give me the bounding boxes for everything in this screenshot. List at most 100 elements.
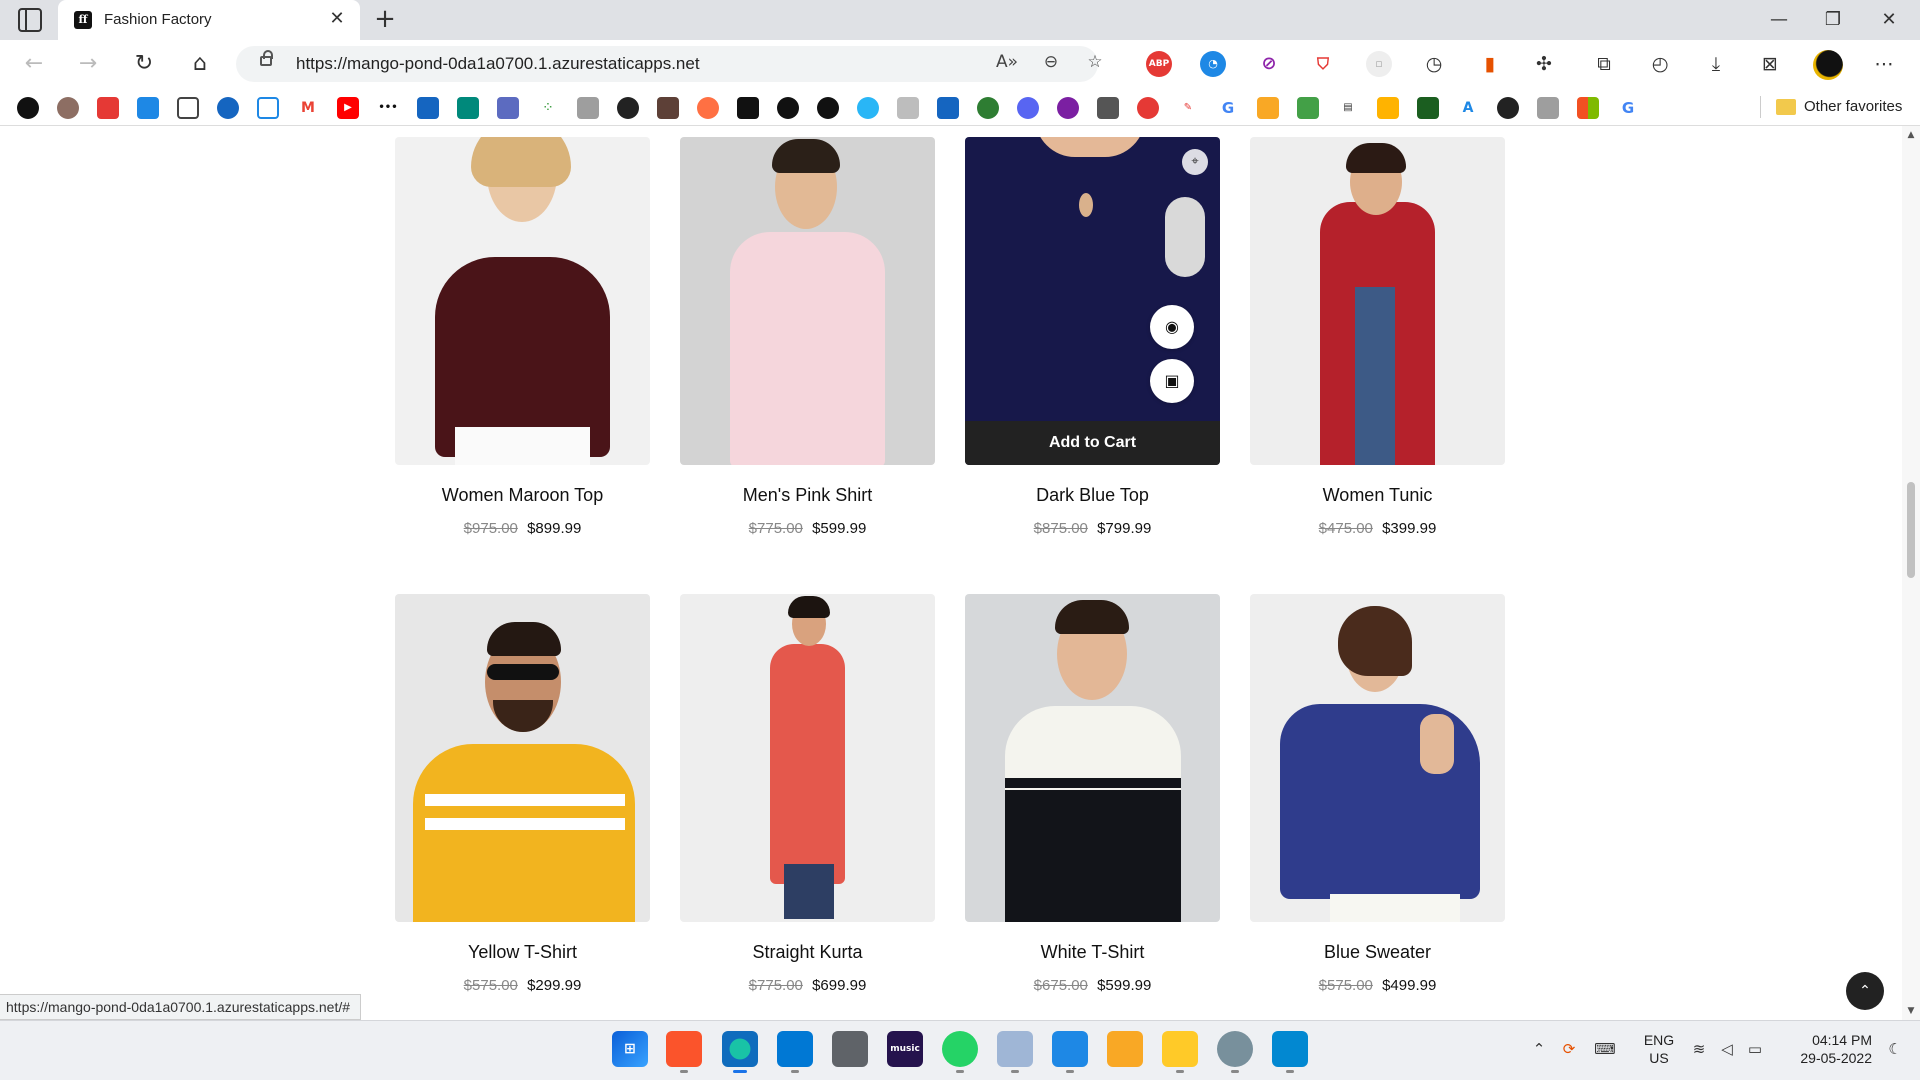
bookmark-dark-icon[interactable] bbox=[1497, 97, 1519, 119]
restore-button[interactable]: ❐ bbox=[1810, 6, 1856, 34]
bookmark-azure-icon[interactable]: A bbox=[1457, 97, 1479, 119]
bookmark-dots-icon[interactable]: ••• bbox=[377, 97, 399, 119]
bookmark-wordpress-icon[interactable] bbox=[217, 97, 239, 119]
address-bar[interactable]: https://mango-pond-0da1a0700.1.azurestat… bbox=[236, 46, 1103, 82]
notifications-icon[interactable]: ☾ bbox=[1884, 1040, 1906, 1058]
collections-icon[interactable]: ⧉ bbox=[1590, 51, 1618, 77]
product-image[interactable] bbox=[1250, 594, 1505, 922]
scroll-to-top-button[interactable]: ⌃ bbox=[1846, 972, 1884, 1010]
bookmark-loader-icon[interactable]: ⁘ bbox=[537, 97, 559, 119]
product-card[interactable]: Women Tunic $475.00 $399.99 bbox=[1250, 137, 1505, 537]
bookmark-grid-icon[interactable] bbox=[657, 97, 679, 119]
close-window-button[interactable]: ✕ bbox=[1866, 6, 1912, 34]
bookmark-box-icon[interactable] bbox=[1377, 97, 1399, 119]
settings-app-icon[interactable] bbox=[1217, 1031, 1253, 1073]
bookmark-youtube-icon[interactable]: ▶ bbox=[337, 97, 359, 119]
bookmark-pen-icon[interactable]: ✎ bbox=[1177, 97, 1199, 119]
profile-avatar[interactable] bbox=[1813, 50, 1843, 80]
read-aloud-icon[interactable]: A» bbox=[994, 52, 1020, 76]
remote-desktop-icon[interactable] bbox=[1107, 1031, 1143, 1067]
bookmark-google-icon-2[interactable]: G bbox=[1617, 97, 1639, 119]
address-url[interactable]: https://mango-pond-0da1a0700.1.azurestat… bbox=[296, 54, 700, 74]
bookmark-orange-icon[interactable] bbox=[697, 97, 719, 119]
bookmark-hackerrank-icon[interactable] bbox=[737, 97, 759, 119]
bookmark-purple-icon[interactable] bbox=[1057, 97, 1079, 119]
product-card[interactable]: Blue Sweater $575.00 $499.99 bbox=[1250, 594, 1505, 994]
product-image[interactable] bbox=[965, 594, 1220, 922]
notepad-app-icon[interactable] bbox=[1052, 1031, 1088, 1073]
product-card[interactable]: Yellow T-Shirt $575.00 $299.99 bbox=[395, 594, 650, 994]
vscode-app-icon[interactable] bbox=[777, 1031, 813, 1073]
product-image[interactable]: ⌖ ◉ ▣ Add to Cart bbox=[965, 137, 1220, 465]
product-title[interactable]: White T-Shirt bbox=[965, 942, 1220, 963]
product-card[interactable]: ⌖ ◉ ▣ Add to Cart Dark Blue Top $875.00 … bbox=[965, 137, 1220, 537]
scroll-down-arrow-icon[interactable]: ▼ bbox=[1905, 1006, 1917, 1016]
bookmark-shield-icon[interactable] bbox=[937, 97, 959, 119]
minimize-button[interactable]: — bbox=[1756, 6, 1802, 34]
hidden-icons-chevron-icon[interactable]: ⌃ bbox=[1528, 1040, 1550, 1058]
brave-app-icon[interactable] bbox=[666, 1031, 702, 1073]
page-scrollbar[interactable]: ▲ ▼ bbox=[1902, 126, 1920, 1020]
tab-close-icon[interactable]: ✕ bbox=[326, 8, 348, 29]
product-title[interactable]: Dark Blue Top bbox=[965, 485, 1220, 506]
screenshot-icon[interactable]: ⊠ bbox=[1756, 51, 1784, 77]
bookmark-usf-icon[interactable] bbox=[1417, 97, 1439, 119]
bookmark-github-icon-2[interactable] bbox=[817, 97, 839, 119]
product-title[interactable]: Women Tunic bbox=[1250, 485, 1505, 506]
camera-app-icon[interactable] bbox=[832, 1031, 868, 1067]
edge-app-icon[interactable] bbox=[722, 1031, 758, 1073]
bookmark-gmail-icon[interactable]: M bbox=[297, 97, 319, 119]
clock[interactable]: 04:14 PM 29-05-2022 bbox=[1780, 1020, 1872, 1080]
product-card[interactable]: Straight Kurta $775.00 $699.99 bbox=[680, 594, 935, 994]
wifi-icon[interactable]: ≋ bbox=[1688, 1040, 1710, 1058]
bookmark-red-icon[interactable] bbox=[1137, 97, 1159, 119]
scrollbar-thumb[interactable] bbox=[1907, 482, 1915, 578]
extension-block-icon[interactable]: ⊘ bbox=[1256, 51, 1282, 77]
sync-icon[interactable]: ⟳ bbox=[1558, 1040, 1580, 1058]
bookmark-image-icon[interactable] bbox=[577, 97, 599, 119]
photos-app-icon[interactable] bbox=[1272, 1031, 1308, 1073]
lock-icon[interactable] bbox=[260, 50, 273, 66]
product-card[interactable]: Men's Pink Shirt $775.00 $599.99 bbox=[680, 137, 935, 537]
bookmark-icon-2[interactable] bbox=[57, 97, 79, 119]
bookmark-grey-icon[interactable] bbox=[897, 97, 919, 119]
bookmark-square-icon[interactable] bbox=[257, 97, 279, 119]
bookmark-circle-icon[interactable] bbox=[617, 97, 639, 119]
bookmark-icon-1[interactable] bbox=[17, 97, 39, 119]
bookmark-pdf-icon[interactable] bbox=[97, 97, 119, 119]
folder-icon[interactable] bbox=[1776, 99, 1796, 115]
downloads-icon[interactable]: ⤓ bbox=[1702, 51, 1730, 77]
bookmark-is-icon[interactable] bbox=[137, 97, 159, 119]
keyboard-icon[interactable]: ⌨ bbox=[1594, 1040, 1616, 1058]
battery-icon[interactable]: ▭ bbox=[1744, 1040, 1766, 1058]
bookmark-google-icon[interactable]: G bbox=[1217, 97, 1239, 119]
adblock-extension-icon[interactable]: ABP bbox=[1146, 51, 1172, 77]
bookmark-meet-icon[interactable] bbox=[1297, 97, 1319, 119]
product-title[interactable]: Women Maroon Top bbox=[395, 485, 650, 506]
bookmark-telegram-icon[interactable] bbox=[857, 97, 879, 119]
bookmark-sharepoint-icon[interactable] bbox=[457, 97, 479, 119]
forward-button[interactable]: → bbox=[72, 50, 104, 78]
settings-more-icon[interactable]: ⋯ bbox=[1870, 51, 1898, 77]
zoom-icon[interactable]: ⊖ bbox=[1038, 52, 1064, 76]
bookmark-teams-icon[interactable] bbox=[497, 97, 519, 119]
home-button[interactable]: ⌂ bbox=[184, 50, 216, 78]
bookmark-text-icon[interactable]: ▤ bbox=[1337, 97, 1359, 119]
extension-blue-icon[interactable]: ◔ bbox=[1200, 51, 1226, 77]
refresh-button[interactable]: ↻ bbox=[128, 50, 160, 78]
product-image[interactable] bbox=[680, 594, 935, 922]
product-card[interactable]: White T-Shirt $675.00 $599.99 bbox=[965, 594, 1220, 994]
performance-monitor-icon[interactable] bbox=[997, 1031, 1033, 1073]
product-card[interactable]: Women Maroon Top $975.00 $899.99 bbox=[395, 137, 650, 537]
shopping-bag-icon[interactable]: ▣ bbox=[1150, 359, 1194, 403]
bookmark-grey-icon-2[interactable] bbox=[1537, 97, 1559, 119]
extension-grey-icon[interactable]: ▫ bbox=[1366, 51, 1392, 77]
whatsapp-app-icon[interactable] bbox=[942, 1031, 978, 1073]
product-title[interactable]: Men's Pink Shirt bbox=[680, 485, 935, 506]
tab-actions-icon[interactable] bbox=[18, 8, 42, 32]
product-image[interactable] bbox=[395, 594, 650, 922]
start-button[interactable]: ⊞ bbox=[612, 1031, 648, 1067]
extensions-puzzle-icon[interactable]: ✣ bbox=[1530, 51, 1558, 77]
product-image[interactable] bbox=[1250, 137, 1505, 465]
product-title[interactable]: Yellow T-Shirt bbox=[395, 942, 650, 963]
